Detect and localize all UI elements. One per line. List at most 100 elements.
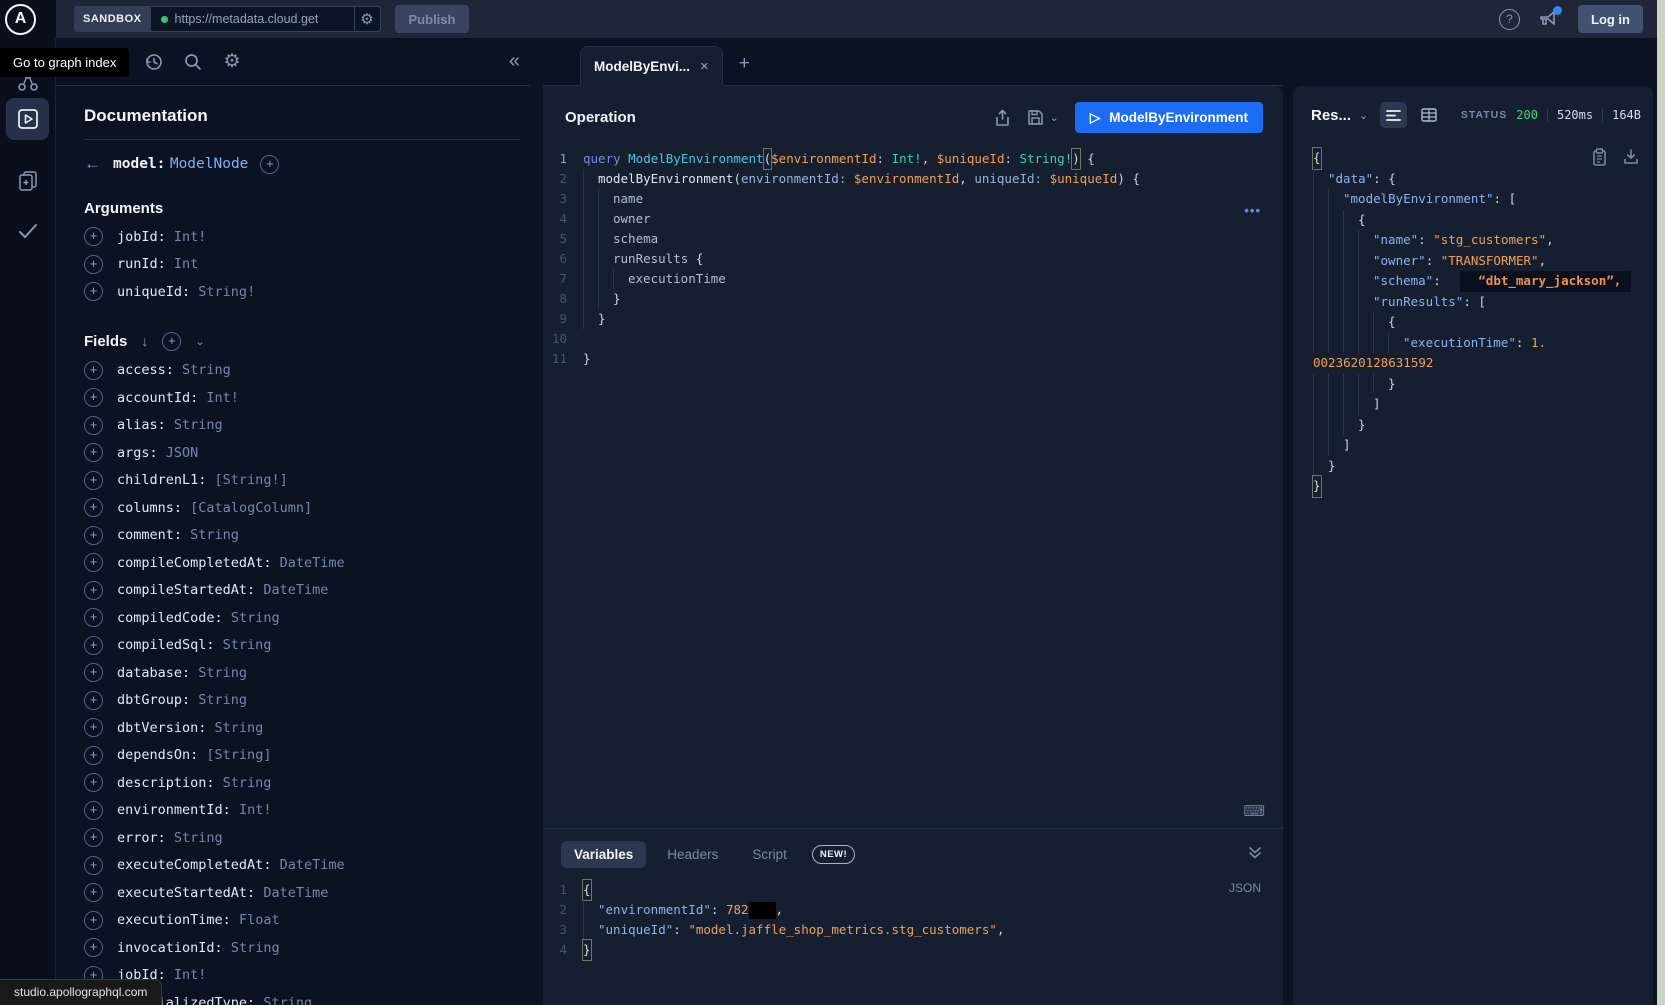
- field-type[interactable]: String: [174, 830, 223, 846]
- add-to-operation-icon[interactable]: +: [84, 773, 103, 792]
- field-type[interactable]: String: [263, 995, 312, 1005]
- field-name[interactable]: childrenL1: [117, 472, 198, 488]
- field-type[interactable]: DateTime: [280, 555, 345, 571]
- field-type[interactable]: Float: [239, 912, 280, 928]
- response-json-line[interactable]: "data": {: [1313, 169, 1653, 190]
- field-name[interactable]: dependsOn: [117, 747, 190, 763]
- save-dropdown-chevron-icon[interactable]: ⌄: [1050, 111, 1059, 124]
- field-type[interactable]: String: [198, 665, 247, 681]
- add-to-operation-icon[interactable]: +: [84, 553, 103, 572]
- breadcrumb-type-link[interactable]: ModelNode: [170, 156, 249, 172]
- add-to-operation-icon[interactable]: +: [84, 938, 103, 957]
- response-json-line[interactable]: }: [1313, 456, 1653, 477]
- field-name[interactable]: compileCompletedAt: [117, 555, 263, 571]
- field-name[interactable]: compiledSql: [117, 637, 206, 653]
- variables-code-line[interactable]: 2"environmentId": 782,: [543, 900, 1283, 920]
- operation-code-line[interactable]: 3name: [543, 189, 1283, 209]
- help-icon[interactable]: ?: [1499, 9, 1520, 30]
- history-button[interactable]: [143, 51, 165, 73]
- copy-response-button[interactable]: [1592, 148, 1607, 166]
- variables-code-line[interactable]: 3"uniqueId": "model.jaffle_shop_metrics.…: [543, 920, 1283, 940]
- field-name[interactable]: database: [117, 665, 182, 681]
- add-to-operation-icon[interactable]: +: [84, 498, 103, 517]
- field-type[interactable]: String: [223, 637, 272, 653]
- field-name[interactable]: accountId: [117, 390, 190, 406]
- add-to-operation-icon[interactable]: +: [84, 801, 103, 820]
- field-name[interactable]: compiledCode: [117, 610, 215, 626]
- response-json[interactable]: {"data": {"modelByEnvironment": [{"name"…: [1313, 148, 1653, 497]
- add-to-operation-icon[interactable]: +: [84, 911, 103, 930]
- add-to-operation-icon[interactable]: +: [84, 443, 103, 462]
- field-type[interactable]: String: [231, 610, 280, 626]
- field-type[interactable]: [String!]: [215, 472, 288, 488]
- add-to-operation-icon[interactable]: +: [84, 746, 103, 765]
- field-type[interactable]: String: [231, 940, 280, 956]
- operation-code-line[interactable]: 4owner: [543, 209, 1283, 229]
- field-name[interactable]: args: [117, 445, 150, 461]
- field-type[interactable]: Int!: [206, 390, 239, 406]
- response-json-line[interactable]: }: [1313, 374, 1653, 395]
- add-to-operation-icon[interactable]: +: [84, 255, 103, 274]
- operation-code-line[interactable]: 10: [543, 329, 1283, 349]
- response-json-line[interactable]: "runResults": [: [1313, 292, 1653, 313]
- add-to-operation-icon[interactable]: +: [84, 361, 103, 380]
- field-name[interactable]: alias: [117, 417, 158, 433]
- collapse-left-icon[interactable]: «: [509, 50, 520, 73]
- add-to-operation-icon[interactable]: +: [84, 636, 103, 655]
- add-to-operation-icon[interactable]: +: [84, 828, 103, 847]
- field-type[interactable]: DateTime: [263, 885, 328, 901]
- tab-modelbyenvironment[interactable]: ModelByEnvi... ×: [580, 46, 723, 86]
- new-tab-button[interactable]: +: [739, 53, 750, 75]
- download-response-button[interactable]: [1623, 148, 1639, 166]
- field-type[interactable]: DateTime: [263, 582, 328, 598]
- field-name[interactable]: executeStartedAt: [117, 885, 247, 901]
- run-operation-button[interactable]: ▷ ModelByEnvironment: [1075, 102, 1263, 133]
- field-type[interactable]: JSON: [166, 445, 199, 461]
- field-name[interactable]: description: [117, 775, 206, 791]
- field-type[interactable]: [CatalogColumn]: [190, 500, 312, 516]
- field-type[interactable]: String!: [198, 284, 255, 300]
- login-button[interactable]: Log in: [1578, 5, 1643, 33]
- add-all-fields-button[interactable]: +: [260, 155, 279, 174]
- response-json-line[interactable]: {: [1313, 210, 1653, 231]
- response-json-line[interactable]: ]: [1313, 435, 1653, 456]
- operation-code-line[interactable]: 6runResults {: [543, 249, 1283, 269]
- response-json-line[interactable]: {: [1313, 312, 1653, 333]
- field-type[interactable]: String: [174, 417, 223, 433]
- operation-code-line[interactable]: 1query ModelByEnvironment($environmentId…: [543, 149, 1283, 169]
- add-to-operation-icon[interactable]: +: [84, 227, 103, 246]
- response-json-line[interactable]: "schema": “dbt_mary_jackson”,: [1313, 271, 1653, 292]
- table-view-toggle[interactable]: [1415, 102, 1442, 128]
- field-name[interactable]: uniqueId: [117, 284, 182, 300]
- add-to-operation-icon[interactable]: +: [84, 526, 103, 545]
- keyboard-shortcuts-icon[interactable]: ⌨: [1243, 802, 1265, 820]
- response-json-line[interactable]: "executionTime": 1.: [1313, 333, 1653, 354]
- tab-close-icon[interactable]: ×: [700, 58, 709, 75]
- add-to-operation-icon[interactable]: +: [84, 581, 103, 600]
- add-to-operation-icon[interactable]: +: [84, 663, 103, 682]
- field-name[interactable]: columns: [117, 500, 174, 516]
- field-type[interactable]: String: [215, 720, 264, 736]
- field-name[interactable]: dbtGroup: [117, 692, 182, 708]
- operation-code-line[interactable]: 7executionTime: [543, 269, 1283, 289]
- announcements-button[interactable]: [1538, 9, 1560, 29]
- add-to-operation-icon[interactable]: +: [84, 883, 103, 902]
- endpoint-url-text[interactable]: https://metadata.cloud.get: [175, 12, 347, 26]
- operation-editor[interactable]: 1query ModelByEnvironment($environmentId…: [543, 139, 1283, 828]
- operation-code-line[interactable]: 2modelByEnvironment(environmentId: $envi…: [543, 169, 1283, 189]
- field-name[interactable]: invocationId: [117, 940, 215, 956]
- response-json-line[interactable]: }: [1313, 415, 1653, 436]
- add-to-operation-icon[interactable]: +: [84, 718, 103, 737]
- field-type[interactable]: Int: [174, 256, 198, 272]
- field-name[interactable]: compileStartedAt: [117, 582, 247, 598]
- add-to-operation-icon[interactable]: +: [84, 282, 103, 301]
- response-json-line[interactable]: "modelByEnvironment": [: [1313, 189, 1653, 210]
- response-json-line[interactable]: ]: [1313, 394, 1653, 415]
- variables-code-line[interactable]: 1{: [543, 880, 1283, 900]
- add-to-operation-icon[interactable]: +: [84, 388, 103, 407]
- add-to-operation-icon[interactable]: +: [84, 608, 103, 627]
- operation-code-line[interactable]: 8}: [543, 289, 1283, 309]
- tab-headers[interactable]: Headers: [654, 841, 731, 868]
- add-to-operation-icon[interactable]: +: [84, 856, 103, 875]
- publish-button[interactable]: Publish: [395, 5, 470, 33]
